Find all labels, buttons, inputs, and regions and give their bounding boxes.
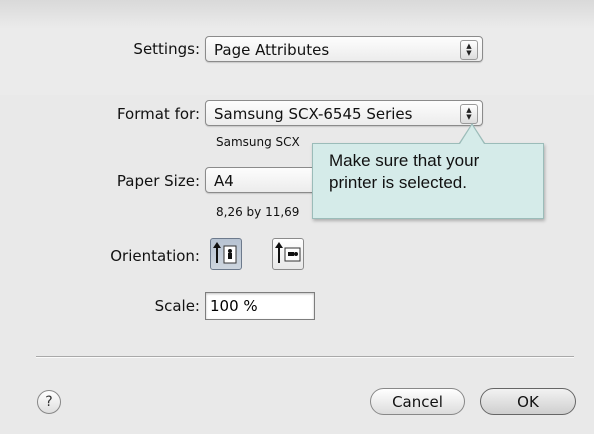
settings-popup[interactable]: Page Attributes ▲ ▼ <box>205 36 483 62</box>
tooltip-tail <box>460 125 484 144</box>
orientation-landscape-button[interactable] <box>272 238 304 270</box>
format-for-value: Samsung SCX-6545 Series <box>214 105 413 123</box>
settings-label: Settings: <box>133 40 200 58</box>
orientation-portrait-button[interactable] <box>210 238 242 270</box>
paper-dimensions: 8,26 by 11,69 <box>216 205 300 219</box>
divider <box>36 356 574 357</box>
format-for-popup[interactable]: Samsung SCX-6545 Series ▲ ▼ <box>205 100 483 126</box>
paper-size-value: A4 <box>214 172 234 190</box>
landscape-icon <box>275 242 301 263</box>
orientation-label: Orientation: <box>110 247 200 265</box>
ok-button[interactable]: OK <box>480 388 576 415</box>
paper-size-label: Paper Size: <box>116 172 200 190</box>
help-icon: ? <box>45 394 53 410</box>
format-for-label: Format for: <box>116 105 200 123</box>
scale-input[interactable] <box>205 292 315 320</box>
portrait-icon <box>213 242 237 264</box>
scale-label: Scale: <box>154 297 200 315</box>
popup-arrows-icon: ▲ ▼ <box>460 104 478 124</box>
format-for-subtext: Samsung SCX <box>216 135 300 149</box>
cancel-button[interactable]: Cancel <box>370 388 465 415</box>
help-button[interactable]: ? <box>37 390 61 414</box>
popup-arrows-icon: ▲ ▼ <box>460 40 478 60</box>
tooltip-line-2: printer is selected. <box>329 173 467 192</box>
tooltip-line-1: Make sure that your <box>329 151 480 170</box>
tooltip-callout: Make sure that your printer is selected. <box>312 143 544 219</box>
paper-size-popup[interactable]: A4 <box>205 167 325 193</box>
settings-value: Page Attributes <box>214 41 330 59</box>
